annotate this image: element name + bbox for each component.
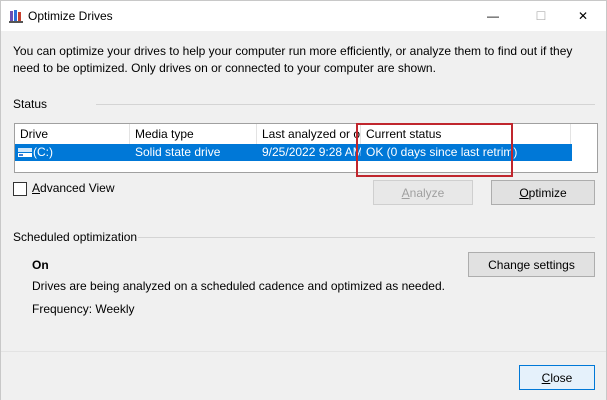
close-window-button[interactable]: ✕ — [560, 1, 606, 31]
dialog-footer: Close — [1, 351, 606, 400]
drive-list[interactable]: Drive Media type Last analyzed or o... C… — [14, 123, 598, 173]
cell-drive: (C:) — [33, 145, 53, 159]
optimize-drives-window: Optimize Drives — ☐ ✕ You can optimize y… — [0, 0, 607, 400]
description-text: You can optimize your drives to help you… — [13, 44, 573, 75]
schedule-description: Drives are being analyzed on a scheduled… — [32, 279, 445, 293]
minimize-button[interactable]: — — [470, 1, 516, 31]
scheduled-divider — [138, 237, 595, 238]
advanced-view-label[interactable]: Advanced View — [32, 181, 115, 195]
optimize-button[interactable]: Optimize — [491, 180, 595, 205]
close-button[interactable]: Close — [519, 365, 595, 390]
column-header-media-type[interactable]: Media type — [130, 124, 257, 144]
defrag-icon — [9, 10, 23, 23]
advanced-view-checkbox[interactable] — [13, 182, 27, 196]
column-header-drive[interactable]: Drive — [15, 124, 130, 144]
cell-last-analyzed: 9/25/2022 9:28 AM — [262, 145, 361, 159]
column-header-last-analyzed[interactable]: Last analyzed or o... — [257, 124, 361, 144]
status-section-label: Status — [13, 97, 48, 111]
schedule-state: On — [32, 258, 49, 272]
cell-media-type: Solid state drive — [135, 145, 221, 159]
minimize-icon: — — [487, 9, 499, 23]
window-title: Optimize Drives — [28, 9, 113, 23]
column-header-current-status[interactable]: Current status — [361, 124, 571, 144]
maximize-icon: ☐ — [535, 9, 547, 23]
scheduled-section-label: Scheduled optimization — [13, 230, 138, 244]
maximize-button[interactable]: ☐ — [518, 1, 564, 31]
change-settings-button[interactable]: Change settings — [468, 252, 595, 277]
status-divider — [96, 104, 595, 105]
close-icon: ✕ — [577, 9, 589, 23]
list-header: Drive Media type Last analyzed or o... C… — [15, 124, 597, 144]
schedule-frequency: Frequency: Weekly — [32, 302, 135, 316]
cell-current-status: OK (0 days since last retrim) — [366, 145, 518, 159]
title-bar: Optimize Drives — ☐ ✕ — [1, 1, 606, 31]
drive-row-c[interactable]: (C:) Solid state drive 9/25/2022 9:28 AM… — [15, 144, 572, 161]
analyze-button[interactable]: Analyze — [373, 180, 473, 205]
